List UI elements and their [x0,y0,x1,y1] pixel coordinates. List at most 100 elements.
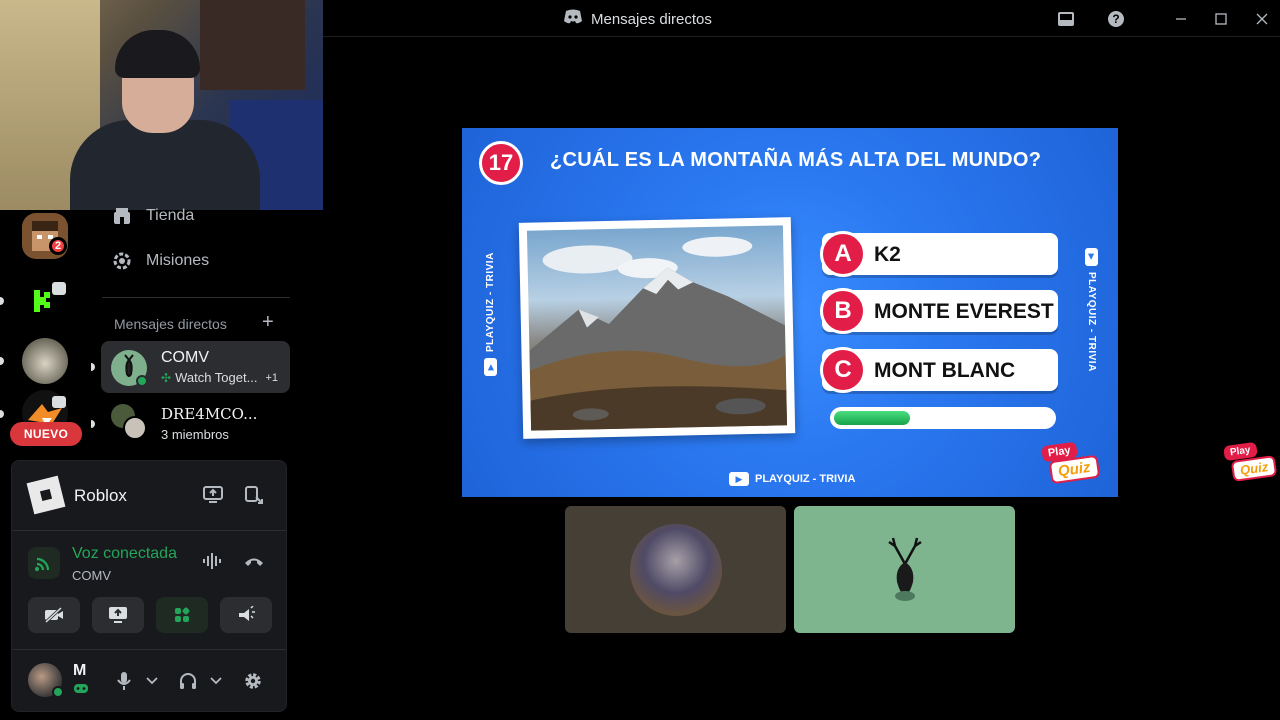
logo-text-bottom: Quiz [1230,455,1278,482]
unread-indicator [0,297,4,305]
dm-member-count: 3 miembros [161,427,229,442]
avatar [859,524,951,616]
youtube-icon: ▶ [1085,248,1098,266]
gear-icon[interactable] [239,667,267,695]
dm-item-group[interactable]: DRE4MCO... 3 miembros [91,398,290,450]
unread-indicator [0,410,4,418]
answer-text: K2 [874,243,901,266]
side-caption-left: ▶ PLAYQUIZ - TRIVIA [484,252,497,376]
dm-item-comv[interactable]: COMV ✣ Watch Toget... +1 [91,341,290,393]
gamepad-icon [73,683,89,697]
svg-text:?: ? [1112,12,1119,26]
close-icon[interactable] [1251,8,1273,30]
minimize-icon[interactable] [1170,8,1192,30]
share-screen-button[interactable] [92,597,144,633]
youtube-icon: ▶ [729,472,749,486]
group-avatar-2 [123,416,147,440]
timer-progress-bar [830,407,1056,429]
dm-name: COMV [161,349,209,366]
activity-stream-quiz[interactable]: 17 ¿CUÁL ES LA MONTAÑA MÁS ALTA DEL MUND… [462,128,1118,497]
soundboard-button[interactable] [220,597,272,633]
new-badge[interactable]: NUEVO [10,422,82,446]
game-settings-icon[interactable] [240,481,268,509]
microphone-icon[interactable] [110,667,138,695]
dm-activity: ✣ Watch Toget... +1 [161,370,278,385]
answer-option-c[interactable]: C MONT BLANC [820,347,1058,393]
participant-tile-comv[interactable] [794,506,1015,633]
activity-card: Roblox [12,461,286,531]
voice-signal-icon[interactable] [28,547,60,579]
discord-logo-icon [563,9,583,29]
playquiz-logo-floating: Play Quiz [1222,441,1278,484]
online-status-icon [52,686,64,698]
webcam-door [200,0,305,90]
voice-actions [28,597,272,633]
answer-letter: A [820,231,866,277]
event-icon [52,282,66,295]
youtube-icon: ▶ [484,358,497,376]
inbox-icon[interactable] [1055,8,1077,30]
roblox-logo-icon [26,475,66,515]
answer-option-a[interactable]: A K2 [820,231,1058,277]
answer-letter: B [820,288,866,334]
footer-caption-text: PLAYQUIZ - TRIVIA [755,473,856,485]
avatar [630,524,722,616]
activity-grid-icon: ✣ [161,370,172,385]
nav-item-shop[interactable]: Tienda [112,206,194,226]
answer-text: MONT BLANC [874,359,1016,382]
unread-indicator [0,357,4,365]
activities-button[interactable] [156,597,208,633]
side-caption-text: PLAYQUIZ - TRIVIA [485,252,496,352]
discord-window: Mensajes directos ? 2 NUEVO Tienda Misio… [0,0,1280,720]
window-title: Mensajes directos [563,9,712,29]
title-bar: Mensajes directos ? [323,0,1280,37]
maximize-icon[interactable] [1210,8,1232,30]
voice-connected-label[interactable]: Voz conectada [72,545,184,563]
unread-indicator [91,420,95,428]
shop-icon [112,206,132,226]
notification-badge: 2 [49,237,67,255]
screen-share-icon [52,396,66,408]
server-rail: 2 NUEVO [0,210,92,465]
playquiz-logo: Play Quiz [1040,441,1100,485]
selected-indicator [91,363,95,371]
dm-activity-extra: +1 [265,371,278,384]
question-image [518,217,796,439]
timer-progress-fill [834,411,911,425]
side-caption-right: ▶ PLAYQUIZ - TRIVIA [1085,248,1098,372]
help-icon[interactable]: ? [1105,8,1127,30]
chevron-down-icon[interactable] [138,667,166,695]
mountain-photo [526,225,788,431]
side-caption-text: PLAYQUIZ - TRIVIA [1086,272,1097,372]
nav-item-label: Misiones [146,252,210,269]
noise-suppression-icon[interactable] [199,547,227,575]
stream-game-icon[interactable] [199,481,227,509]
disconnect-icon[interactable] [240,547,268,575]
chevron-down-icon[interactable] [202,667,230,695]
username[interactable]: M [73,662,86,680]
window-title-text: Mensajes directos [591,10,712,28]
nav-item-quests[interactable]: Misiones [112,251,209,271]
answer-text: MONTE EVEREST [874,300,1054,323]
question-number: 17 [479,141,523,185]
user-info: M [12,649,286,711]
server-bunny-icon[interactable] [22,338,68,384]
online-status-icon [136,375,148,387]
voice-channel-name[interactable]: COMV [72,568,111,583]
webcam-person-body [70,120,260,210]
answer-option-b[interactable]: B MONTE EVEREST [820,288,1058,334]
user-panel: Roblox Voz conectada COMV M [11,460,287,712]
voice-status: Voz conectada COMV [12,533,286,589]
nav-item-label: Tienda [146,207,195,224]
quests-icon [112,251,132,271]
webcam-person-hair [115,30,200,78]
headphones-icon[interactable] [174,667,202,695]
divider [102,297,290,298]
dm-section-header: Mensajes directos [114,316,227,332]
participant-tile-self[interactable] [565,506,786,633]
camera-off-button[interactable] [28,597,80,633]
footer-caption: ▶ PLAYQUIZ - TRIVIA [729,472,855,486]
question-text: ¿CUÁL ES LA MONTAÑA MÁS ALTA DEL MUNDO? [550,149,1042,171]
create-dm-button[interactable]: + [262,311,274,334]
dm-activity-text: Watch Toget... [175,370,258,385]
